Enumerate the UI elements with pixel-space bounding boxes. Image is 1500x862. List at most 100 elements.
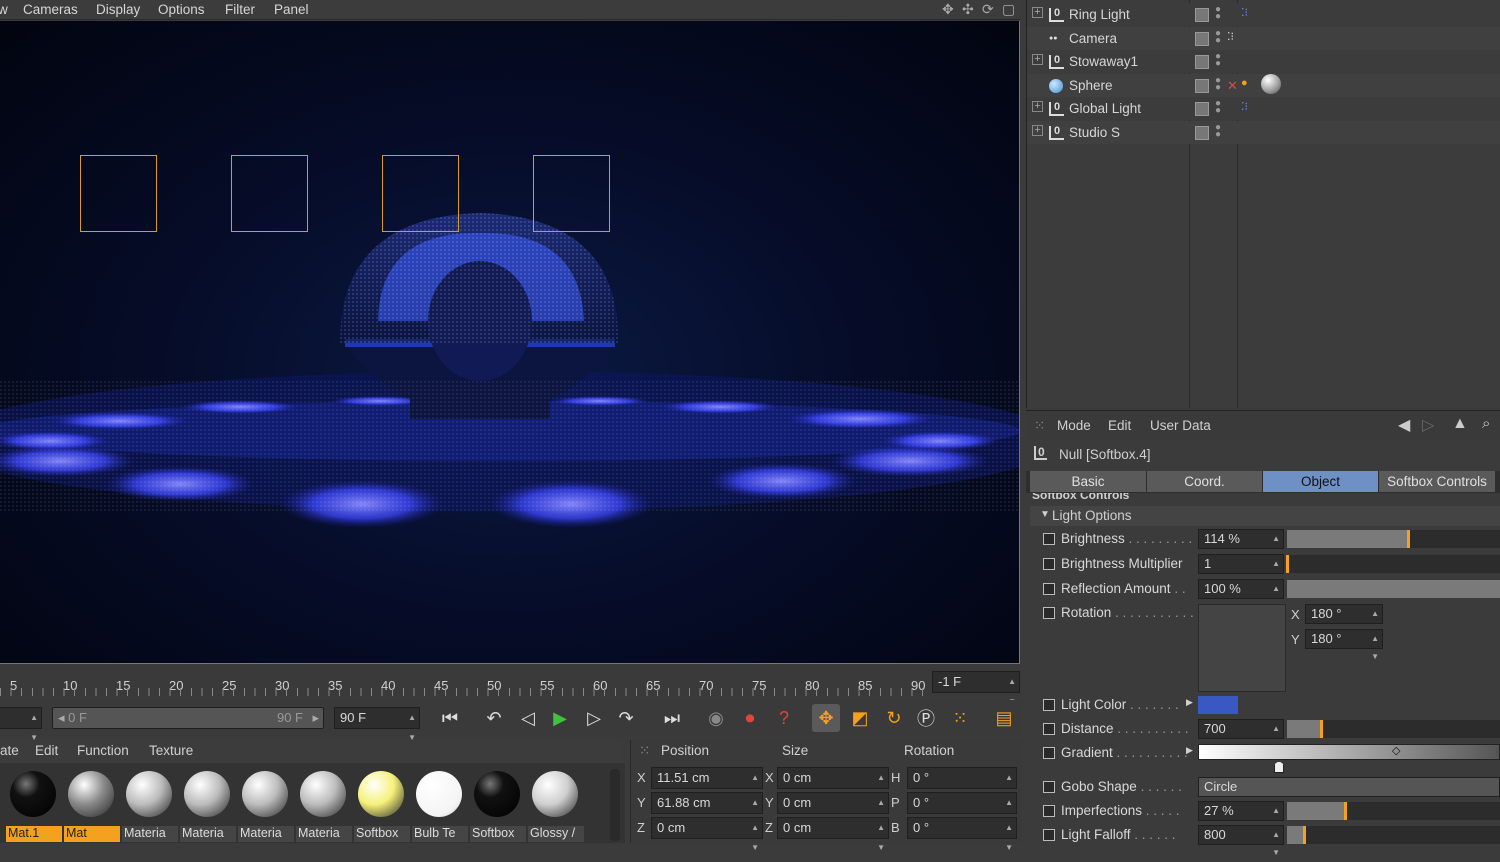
visibility-dots-icon[interactable]: ● ● xyxy=(1215,28,1221,45)
menu-edit[interactable]: Edit xyxy=(35,743,58,758)
gradient-knot[interactable] xyxy=(1274,761,1284,773)
size-input[interactable]: 0 cm▲▼ xyxy=(777,792,889,827)
next-key-button[interactable]: ↷ xyxy=(612,704,640,732)
falloff-input[interactable]: 800 ▲ ▼ xyxy=(1198,825,1284,857)
material-swatch[interactable]: Materia xyxy=(180,769,236,842)
material-tag-ball-icon[interactable] xyxy=(1261,74,1281,94)
visibility-dots-icon[interactable]: ● ● xyxy=(1215,123,1221,140)
imperfections-slider[interactable] xyxy=(1287,802,1500,820)
visibility-dots-icon[interactable]: ● ● xyxy=(1215,52,1221,69)
record-keyframe-icon[interactable]: ◉ xyxy=(702,704,730,732)
material-swatch[interactable]: Mat xyxy=(64,769,120,842)
menu-options[interactable]: Options xyxy=(158,2,205,17)
forward-arrow-icon[interactable]: ▷ xyxy=(1422,415,1434,435)
animate-param-icon[interactable] xyxy=(1043,607,1055,619)
object-row[interactable]: +0 Ring Light ● ● xyxy=(1027,3,1500,26)
size-input[interactable]: 0 cm▲▼ xyxy=(777,767,889,802)
go-to-start-button[interactable]: ⏮ xyxy=(436,704,464,732)
object-row[interactable]: +0 Studio S ● ● xyxy=(1027,121,1500,144)
menu-user-data[interactable]: User Data xyxy=(1150,418,1211,433)
start-frame-field[interactable]: ▲ ▼ xyxy=(0,707,42,742)
timeline-film-icon[interactable]: ▤ xyxy=(990,704,1018,732)
tab-object[interactable]: Object xyxy=(1263,471,1378,492)
softbox-frame[interactable] xyxy=(80,155,157,232)
animate-param-icon[interactable] xyxy=(1043,747,1055,759)
layer-toggle-icon[interactable] xyxy=(1195,78,1209,93)
tag-icon[interactable]: ⁚⁝ xyxy=(1241,100,1248,113)
previous-key-button[interactable]: ↶ xyxy=(480,704,508,732)
tab-coord[interactable]: Coord. xyxy=(1147,471,1262,492)
menu-texture[interactable]: Texture xyxy=(149,743,193,758)
menu-mode[interactable]: Mode xyxy=(1057,418,1091,433)
visibility-dots-icon[interactable]: ● ● xyxy=(1215,75,1221,92)
timeline-ruler[interactable]: 5 10 15 20 25 30 35 40 45 50 55 60 65 70 75 80 85 90 -1 F… xyxy=(0,664,1022,706)
rotate-view-icon[interactable]: ⟳ xyxy=(982,1,994,18)
animate-param-icon[interactable] xyxy=(1043,805,1055,817)
camera-target-tag-icon[interactable]: ⁚⁝ xyxy=(1227,30,1234,43)
expand-icon[interactable]: + xyxy=(1032,7,1043,18)
point-level-icon[interactable]: ⁙ xyxy=(946,704,974,732)
material-swatch[interactable]: Materia xyxy=(122,769,178,842)
end-frame-field[interactable]: 90 F ▲ ▼ xyxy=(334,707,420,742)
material-swatch[interactable]: Bulb Te xyxy=(412,769,468,842)
menu-edit[interactable]: Edit xyxy=(1108,418,1131,433)
distance-input[interactable]: 700▲▼ xyxy=(1198,719,1284,751)
tab-softbox-controls[interactable]: Softbox Controls xyxy=(1379,471,1495,492)
layer-toggle-icon[interactable] xyxy=(1195,31,1209,46)
brightness-multiplier-slider[interactable] xyxy=(1286,555,1500,573)
menu-cameras[interactable]: Cameras xyxy=(23,2,78,17)
animate-param-icon[interactable] xyxy=(1043,583,1055,595)
visibility-dots-icon[interactable]: ● ● xyxy=(1215,99,1221,116)
autokey-button[interactable]: ⏺ xyxy=(736,704,764,732)
go-to-end-button[interactable]: ⏭ xyxy=(658,704,686,732)
expand-icon[interactable]: + xyxy=(1032,101,1043,113)
dolly-view-icon[interactable]: ✣ xyxy=(962,1,974,18)
menu-filter[interactable]: Filter xyxy=(225,2,255,17)
object-row[interactable]: ●● Camera ● ● xyxy=(1027,26,1500,50)
rotation-y-input[interactable]: 180 ° ▲ ▼ xyxy=(1305,629,1383,661)
menu-panel[interactable]: Panel xyxy=(274,2,309,17)
material-swatch[interactable]: Glossy / xyxy=(528,769,584,842)
softbox-frame[interactable] xyxy=(382,155,459,232)
layer-toggle-icon[interactable] xyxy=(1195,8,1209,22)
disabled-x-icon[interactable]: ✕ xyxy=(1227,78,1238,94)
parameter-icon[interactable]: Ⓟ xyxy=(912,704,940,732)
layer-toggle-icon[interactable] xyxy=(1195,102,1209,117)
material-swatch[interactable]: Mat.1 xyxy=(6,769,62,842)
position-input[interactable]: 0 cm ▲ ▼ xyxy=(651,817,763,852)
3d-viewport[interactable] xyxy=(0,21,1020,664)
object-row[interactable]: +0 Global Light ● ● xyxy=(1027,97,1500,121)
visibility-dots-icon[interactable]: ● ● xyxy=(1215,5,1221,22)
softbox-frame[interactable] xyxy=(231,155,308,232)
previous-frame-button[interactable]: ◁ xyxy=(514,704,542,732)
play-button[interactable]: ▶ xyxy=(546,704,574,732)
menu-function[interactable]: Function xyxy=(77,743,129,758)
brightness-input[interactable]: 114 %▲▼ xyxy=(1198,529,1284,561)
material-swatch[interactable]: Materia xyxy=(296,769,352,842)
position-input[interactable]: 61.88 cm▲▼ xyxy=(651,792,763,827)
layer-toggle-icon[interactable] xyxy=(1195,126,1209,140)
expand-triangle-icon[interactable]: ▶ xyxy=(1186,697,1193,708)
gradient-bar[interactable] xyxy=(1198,744,1500,760)
size-input[interactable]: 0 cm▲▼ xyxy=(777,817,889,852)
light-color-swatch[interactable] xyxy=(1198,696,1238,714)
distance-slider[interactable] xyxy=(1287,720,1500,738)
material-swatch[interactable]: Materia xyxy=(238,769,294,842)
expand-triangle-icon[interactable]: ▶ xyxy=(1186,745,1193,756)
rotation-input[interactable]: 0 °▲▼ xyxy=(907,817,1017,852)
tab-basic[interactable]: Basic xyxy=(1030,471,1146,492)
animate-param-icon[interactable] xyxy=(1043,558,1055,570)
expand-icon[interactable]: + xyxy=(1032,125,1043,136)
falloff-slider[interactable] xyxy=(1287,826,1500,844)
animate-param-icon[interactable] xyxy=(1043,533,1055,545)
scale-tool-icon[interactable]: ◩ xyxy=(846,704,874,732)
menu-display[interactable]: Display xyxy=(96,2,140,17)
rotation-gizmo[interactable] xyxy=(1198,604,1286,692)
brightness-multiplier-input[interactable]: 1▲▼ xyxy=(1198,554,1284,586)
position-input[interactable]: 11.51 cm▲▼ xyxy=(651,767,763,802)
expand-icon[interactable]: + xyxy=(1032,54,1043,66)
maximize-view-icon[interactable]: ▢ xyxy=(1002,1,1015,18)
rotation-x-input[interactable]: 180 °▲▼ xyxy=(1305,604,1383,636)
animate-param-icon[interactable] xyxy=(1043,781,1055,793)
rotate-tool-icon[interactable]: ↻ xyxy=(880,704,908,732)
